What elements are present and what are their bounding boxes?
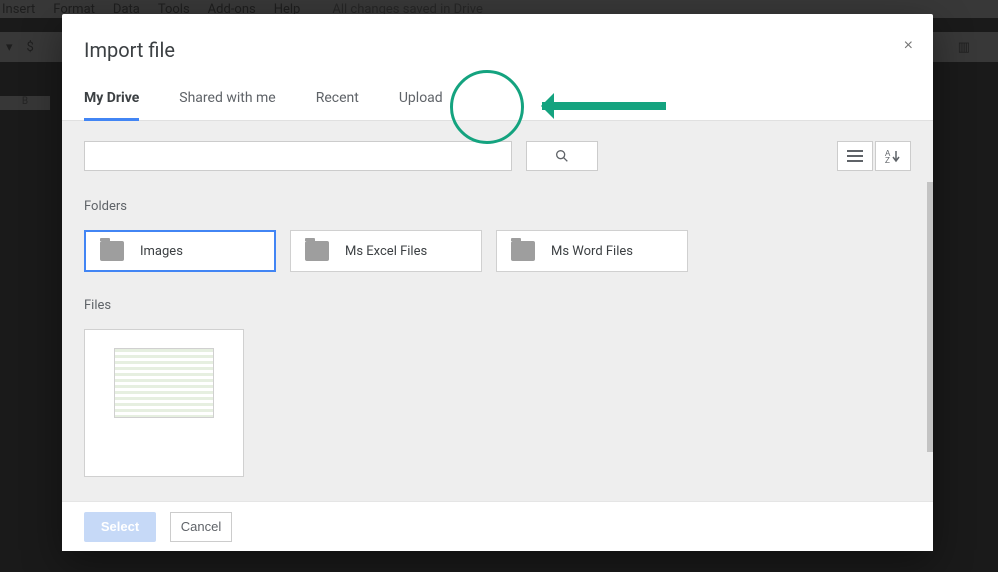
close-button[interactable]: × <box>904 38 913 54</box>
select-button[interactable]: Select <box>84 512 156 542</box>
search-button[interactable] <box>526 141 598 171</box>
tab-my-drive[interactable]: My Drive <box>84 90 139 120</box>
scrollbar[interactable] <box>927 182 933 452</box>
folder-label: Ms Excel Files <box>345 244 427 259</box>
list-view-button[interactable] <box>837 141 873 171</box>
folder-icon <box>100 241 124 261</box>
dialog-title: Import file <box>84 38 911 62</box>
import-file-dialog: Import file × My Drive Shared with me Re… <box>62 14 933 551</box>
cancel-button[interactable]: Cancel <box>170 512 232 542</box>
tab-bar: My Drive Shared with me Recent Upload <box>62 62 933 121</box>
tab-upload[interactable]: Upload <box>399 90 443 120</box>
search-icon <box>554 148 570 164</box>
picker-toolbar: AZ <box>84 141 911 171</box>
tab-recent[interactable]: Recent <box>316 90 359 120</box>
folders-row: Images Ms Excel Files Ms Word Files <box>84 230 911 272</box>
picker-body: AZ Folders Images Ms Excel Files Ms Word… <box>62 121 933 501</box>
folder-icon <box>511 241 535 261</box>
folder-icon <box>305 241 329 261</box>
folder-images[interactable]: Images <box>84 230 276 272</box>
sort-az-icon: AZ <box>885 149 901 163</box>
folder-ms-word[interactable]: Ms Word Files <box>496 230 688 272</box>
list-icon <box>847 150 863 162</box>
tab-shared-with-me[interactable]: Shared with me <box>179 90 275 120</box>
file-thumbnail <box>114 348 214 418</box>
sort-button[interactable]: AZ <box>875 141 911 171</box>
folder-ms-excel[interactable]: Ms Excel Files <box>290 230 482 272</box>
dialog-footer: Select Cancel <box>62 501 933 551</box>
files-label: Files <box>84 298 911 313</box>
folder-label: Images <box>140 244 183 259</box>
files-grid <box>84 329 911 477</box>
file-spreadsheet[interactable] <box>84 329 244 477</box>
folder-label: Ms Word Files <box>551 244 633 259</box>
search-input[interactable] <box>84 141 512 171</box>
svg-text:Z: Z <box>885 156 890 163</box>
folders-label: Folders <box>84 199 911 214</box>
dialog-header: Import file × <box>62 14 933 62</box>
